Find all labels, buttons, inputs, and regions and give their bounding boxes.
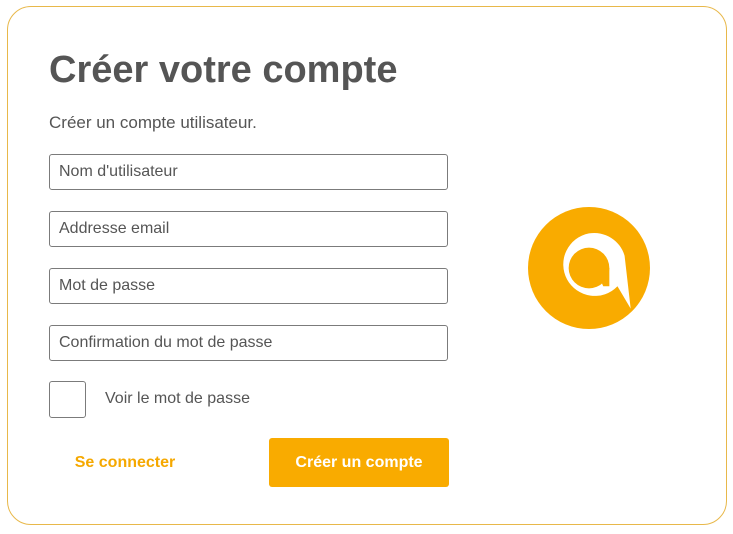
password-input[interactable] xyxy=(49,268,448,304)
page-subtitle: Créer un compte utilisateur. xyxy=(49,113,257,132)
create-account-button[interactable]: Créer un compte xyxy=(269,438,449,487)
brand-logo-icon xyxy=(528,207,650,329)
login-button[interactable]: Se connecter xyxy=(49,438,201,487)
password-confirm-input[interactable] xyxy=(49,325,448,361)
page-title: Créer votre compte xyxy=(49,49,398,91)
username-input[interactable] xyxy=(49,154,448,190)
email-input[interactable] xyxy=(49,211,448,247)
signup-card: Créer votre compte Créer un compte utili… xyxy=(7,6,727,525)
show-password-checkbox[interactable] xyxy=(49,381,86,418)
show-password-label: Voir le mot de passe xyxy=(105,390,250,407)
